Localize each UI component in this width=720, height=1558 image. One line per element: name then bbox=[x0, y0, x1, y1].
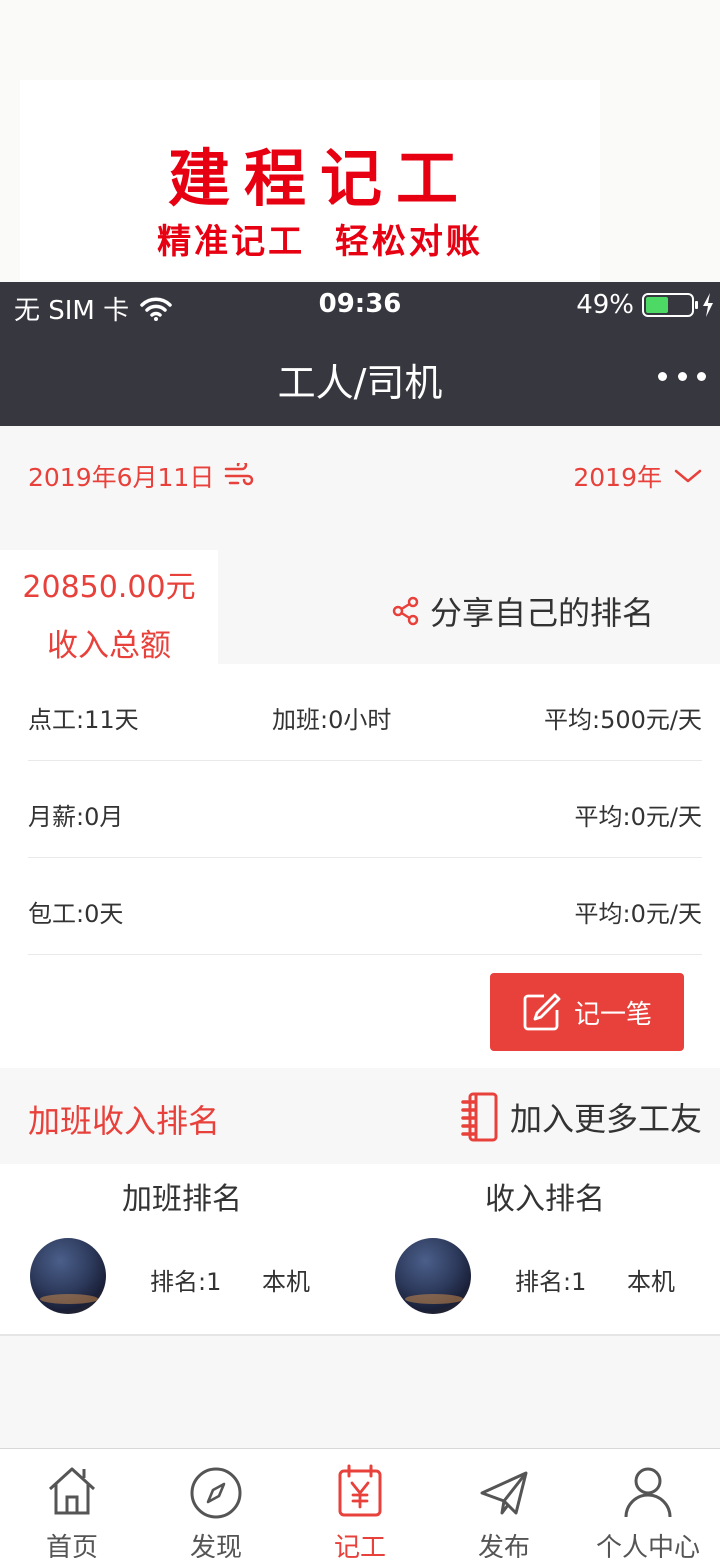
tab-publish[interactable]: 发布 bbox=[432, 1449, 576, 1558]
tab-label: 首页 bbox=[45, 1533, 98, 1558]
rank-name: 本机 bbox=[627, 1268, 675, 1296]
rank-number: 排名:1 bbox=[515, 1268, 587, 1296]
charging-icon bbox=[703, 293, 713, 317]
promo-subtitle: 精准记工 轻松对账 bbox=[157, 222, 483, 262]
join-label: 加入更多工友 bbox=[509, 1100, 702, 1138]
page-title: 工人/司机 bbox=[277, 361, 443, 405]
ranking-column-title: 收入排名 bbox=[485, 1182, 605, 1217]
notebook-icon bbox=[461, 1092, 498, 1142]
promo-banner: 建程记工 精准记工 轻松对账 bbox=[0, 0, 720, 282]
battery-icon bbox=[642, 293, 698, 317]
share-ranking-button[interactable]: 分享自己的排名 bbox=[392, 588, 654, 634]
tab-label: 发布 bbox=[477, 1533, 530, 1558]
more-dot-icon bbox=[658, 371, 667, 381]
stat-label: 点工:11天 bbox=[28, 706, 139, 734]
tab-profile[interactable]: 个人中心 bbox=[576, 1449, 720, 1558]
rank-number: 排名:1 bbox=[150, 1268, 222, 1296]
date-picker[interactable]: 2019年6月11日 bbox=[28, 458, 254, 494]
tab-label: 发现 bbox=[189, 1533, 242, 1558]
stat-average: 平均:0元/天 bbox=[574, 900, 702, 928]
income-summary: 20850.00元 收入总额 分享自己的排名 bbox=[0, 550, 720, 664]
record-entry-button[interactable]: 记一笔 bbox=[490, 973, 684, 1051]
share-label: 分享自己的排名 bbox=[430, 594, 655, 632]
current-date: 2019年6月11日 bbox=[28, 463, 215, 492]
paper-plane-icon bbox=[480, 1471, 528, 1515]
more-menu-button[interactable] bbox=[658, 358, 706, 394]
total-income-amount: 20850.00元 bbox=[22, 570, 196, 605]
record-button-label: 记一笔 bbox=[573, 999, 652, 1030]
stats-panel: 点工:11天 加班:0小时 平均:500元/天 月薪:0月 平均:0元/天 包工… bbox=[0, 664, 720, 1068]
wind-icon bbox=[225, 463, 254, 486]
stat-row-daily: 点工:11天 加班:0小时 平均:500元/天 bbox=[28, 664, 702, 761]
user-icon bbox=[624, 1467, 672, 1518]
edit-icon bbox=[523, 993, 561, 1031]
rank-name: 本机 bbox=[262, 1268, 310, 1296]
ranking-lists: 加班排名 排名:1 本机 收入排名 排名:1 本机 bbox=[0, 1164, 720, 1336]
battery-level bbox=[646, 297, 668, 313]
tab-label: 记工 bbox=[333, 1533, 386, 1558]
promo-title: 建程记工 bbox=[167, 142, 472, 215]
year-dropdown[interactable]: 2019年 bbox=[573, 458, 702, 494]
tab-label: 个人中心 bbox=[595, 1533, 700, 1558]
stat-label: 月薪:0月 bbox=[28, 803, 124, 831]
stat-row-monthly: 月薪:0月 平均:0元/天 bbox=[28, 761, 702, 858]
date-bar: 2019年6月11日 2019年 bbox=[0, 426, 720, 522]
status-bar: 无 SIM 卡 09:36 49% bbox=[0, 282, 720, 328]
tab-discover[interactable]: 发现 bbox=[144, 1449, 288, 1558]
title-bar: 工人/司机 bbox=[0, 328, 720, 426]
ranking-title: 加班收入排名 bbox=[28, 1102, 221, 1140]
compass-icon bbox=[190, 1467, 242, 1519]
share-icon bbox=[392, 596, 419, 626]
overtime-ranking: 加班排名 排名:1 本机 bbox=[0, 1164, 360, 1336]
stat-row-contract: 包工:0天 平均:0元/天 bbox=[28, 858, 702, 955]
battery-percent: 49% bbox=[576, 290, 634, 320]
total-income-box: 20850.00元 收入总额 bbox=[0, 550, 218, 664]
tab-home[interactable]: 首页 bbox=[0, 1449, 144, 1558]
stat-average: 平均:0元/天 bbox=[574, 803, 702, 831]
ranking-header: 加班收入排名 加入更多工友 bbox=[0, 1068, 720, 1164]
stat-label: 包工:0天 bbox=[28, 900, 124, 928]
income-ranking: 收入排名 排名:1 本机 bbox=[365, 1164, 720, 1336]
home-icon bbox=[48, 1467, 96, 1515]
join-workers-button[interactable]: 加入更多工友 bbox=[460, 1092, 702, 1142]
total-income-label: 收入总额 bbox=[47, 628, 171, 664]
more-dot-icon bbox=[677, 371, 687, 381]
bottom-tab-bar: 首页 发现 记工 发布 个人中心 bbox=[0, 1448, 720, 1558]
ranking-column-title: 加班排名 bbox=[122, 1182, 242, 1217]
avatar[interactable] bbox=[30, 1238, 106, 1314]
more-dot-icon bbox=[697, 371, 706, 381]
chevron-down-icon bbox=[674, 469, 702, 483]
calendar-yen-icon bbox=[338, 1464, 382, 1517]
stat-overtime: 加班:0小时 bbox=[272, 706, 392, 734]
stat-average: 平均:500元/天 bbox=[544, 706, 702, 734]
year-value: 2019年 bbox=[573, 463, 662, 492]
tab-record[interactable]: 记工 bbox=[288, 1449, 432, 1558]
avatar[interactable] bbox=[395, 1238, 471, 1314]
